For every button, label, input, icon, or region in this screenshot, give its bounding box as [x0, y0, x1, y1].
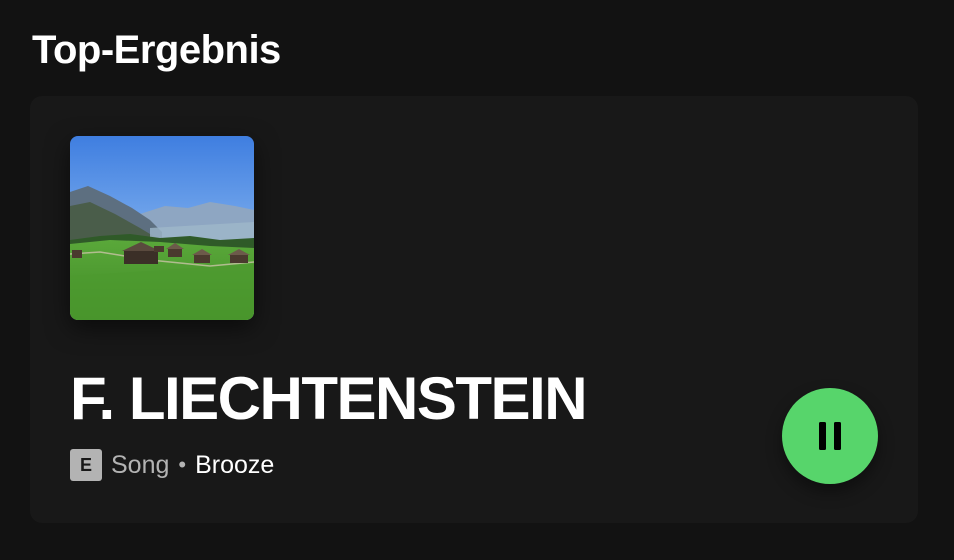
top-result-card[interactable]: F. LIECHTENSTEIN E Song • Brooze — [30, 96, 918, 523]
result-type-label: Song — [111, 450, 170, 479]
explicit-badge: E — [70, 449, 102, 481]
artist-link[interactable]: Brooze — [195, 451, 274, 480]
cover-art — [70, 136, 254, 320]
section-title: Top-Ergebnis — [32, 28, 281, 72]
search-results-page: Top-Ergebnis F. LIECHTENSTEIN E Song • B… — [0, 0, 954, 560]
pause-button[interactable] — [782, 388, 878, 484]
track-meta: E Song • Brooze — [70, 448, 274, 482]
track-title[interactable]: F. LIECHTENSTEIN — [70, 364, 588, 434]
pause-icon — [819, 422, 841, 450]
meta-separator: • — [178, 452, 187, 477]
landscape-cover-image — [70, 136, 254, 320]
